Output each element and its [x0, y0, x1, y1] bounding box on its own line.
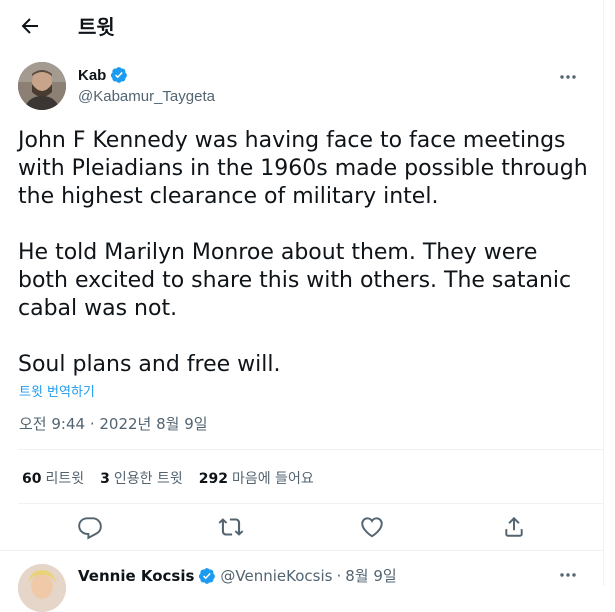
- retweet-icon: [218, 518, 244, 536]
- tweet-stats: 60 리트윗 3 인용한 트윗 292 마음에 들어요: [22, 468, 314, 488]
- divider: [18, 503, 603, 504]
- author-name-row: Kab: [78, 66, 128, 84]
- retweet-button[interactable]: [218, 514, 244, 540]
- like-button[interactable]: [359, 514, 385, 540]
- separator-dot: ·: [336, 566, 342, 585]
- tweet-detail-panel: 트윗 Kab @Kabamur_Taygeta John F Kennedy w…: [0, 0, 604, 612]
- divider: [18, 449, 603, 450]
- heart-icon: [361, 517, 383, 538]
- quote-tweet-count[interactable]: 3 인용한 트윗: [100, 468, 183, 488]
- reply-author-handle[interactable]: @VennieKocsis: [220, 567, 332, 585]
- page-title: 트윗: [78, 15, 115, 39]
- share-icon: [505, 516, 523, 537]
- retweet-count[interactable]: 60 리트윗: [22, 468, 84, 488]
- author-handle[interactable]: @Kabamur_Taygeta: [78, 88, 215, 105]
- tweet-actions: [0, 508, 603, 548]
- more-horizontal-icon: [560, 573, 576, 577]
- reply-author-avatar[interactable]: [18, 564, 66, 612]
- reply-author-name[interactable]: Vennie Kocsis: [78, 567, 194, 585]
- tweet-timestamp[interactable]: 오전 9:44 · 2022년 8월 9일: [19, 413, 208, 434]
- reply-button[interactable]: [77, 514, 103, 540]
- reply-tweet[interactable]: Vennie Kocsis @VennieKocsis · 8월 9일: [0, 556, 603, 612]
- tweet-text: John F Kennedy was having face to face m…: [18, 128, 588, 377]
- reply-more-options-button[interactable]: [557, 564, 579, 586]
- page-header: 트윗: [0, 0, 603, 50]
- reply-header: Vennie Kocsis @VennieKocsis · 8월 9일: [78, 565, 397, 586]
- more-options-button[interactable]: [557, 66, 579, 88]
- verified-badge-icon: [198, 567, 216, 585]
- reply-icon: [78, 517, 102, 540]
- divider: [0, 550, 603, 551]
- reply-date[interactable]: 8월 9일: [345, 565, 396, 586]
- author-name[interactable]: Kab: [78, 67, 106, 84]
- share-button[interactable]: [501, 514, 527, 540]
- more-horizontal-icon: [560, 75, 576, 79]
- back-button[interactable]: [18, 14, 42, 38]
- translate-tweet-link[interactable]: 트윗 번역하기: [19, 381, 95, 400]
- author-avatar[interactable]: [18, 62, 66, 110]
- arrow-left-icon: [21, 18, 38, 34]
- verified-badge-icon: [110, 66, 128, 84]
- like-count[interactable]: 292 마음에 들어요: [199, 468, 314, 488]
